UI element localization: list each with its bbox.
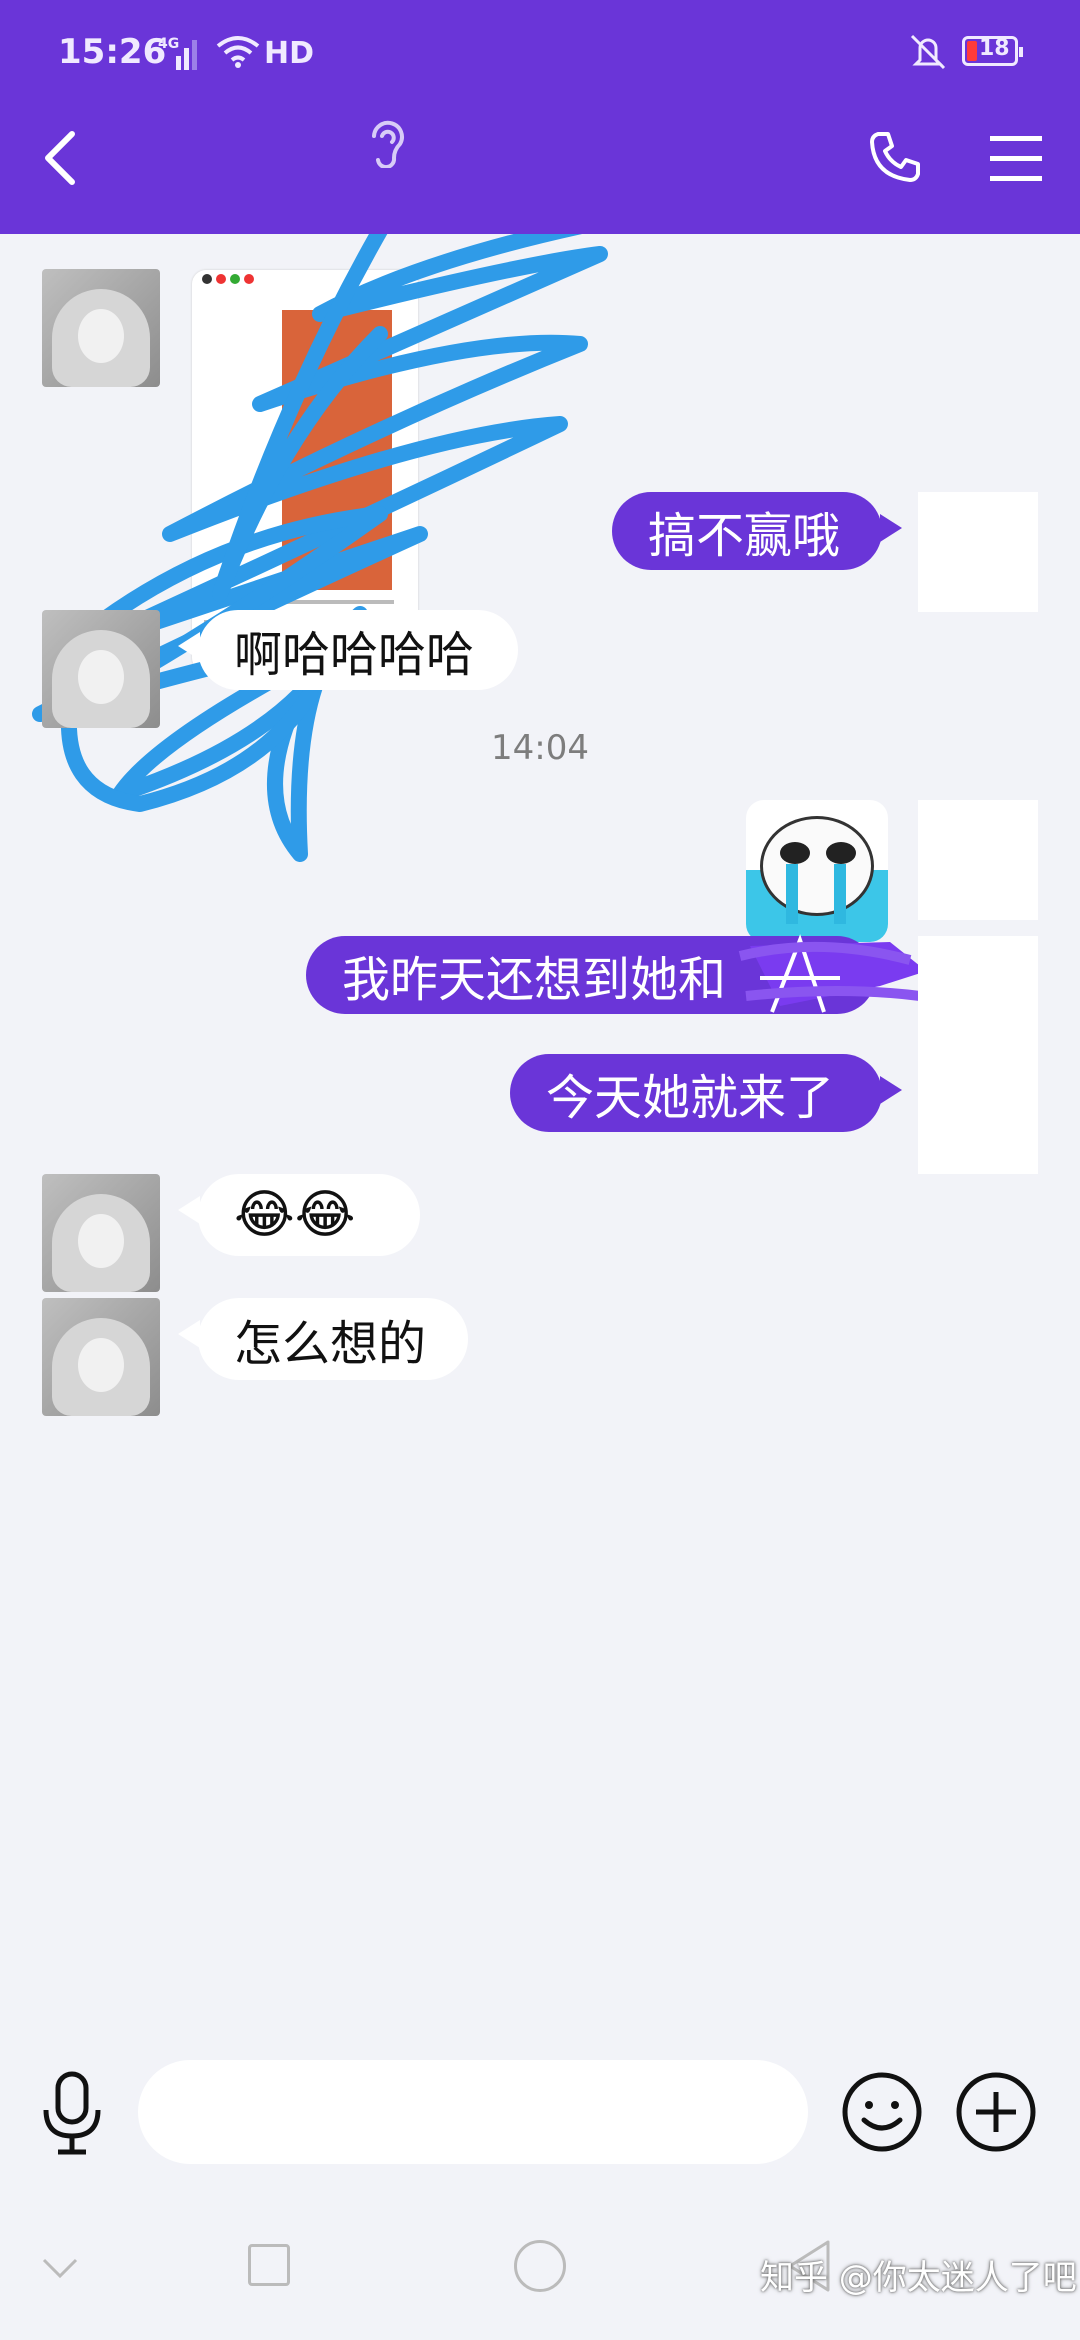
chat-area[interactable]: 搞不赢哦 啊哈哈哈哈 14:04 我昨天还想到她和 今天她就来了 😂😂 怎么想的 bbox=[0, 234, 1080, 2040]
time-divider: 14:04 bbox=[491, 728, 589, 768]
avatar[interactable] bbox=[42, 610, 160, 728]
add-icon[interactable] bbox=[954, 2070, 1038, 2154]
back-icon[interactable] bbox=[40, 128, 80, 188]
battery-icon: 18 bbox=[962, 36, 1023, 66]
collapse-icon[interactable] bbox=[40, 2256, 80, 2282]
message-bubble-incoming[interactable]: 😂😂 bbox=[198, 1174, 420, 1256]
self-avatar[interactable] bbox=[918, 936, 1038, 1056]
avatar[interactable] bbox=[42, 1298, 160, 1416]
bubble-tail bbox=[178, 1196, 200, 1224]
bubble-tail bbox=[178, 632, 200, 660]
ear-icon[interactable] bbox=[364, 118, 408, 168]
message-bubble-incoming[interactable]: 怎么想的 bbox=[198, 1298, 468, 1380]
status-time: 15:26 bbox=[58, 32, 167, 72]
message-text: 😂😂 bbox=[234, 1185, 356, 1245]
home-icon[interactable] bbox=[514, 2240, 566, 2292]
message-text: 怎么想的 bbox=[234, 1316, 427, 1372]
message-bubble-outgoing[interactable]: 搞不赢哦 bbox=[612, 492, 882, 570]
chat-header: 15:26 4G HD 18 bbox=[0, 0, 1080, 234]
message-text: 今天她就来了 bbox=[546, 1070, 835, 1126]
message-input[interactable] bbox=[138, 2060, 808, 2164]
microphone-icon[interactable] bbox=[36, 2070, 108, 2160]
message-text: 啊哈哈哈哈 bbox=[234, 627, 475, 683]
sticker-message[interactable] bbox=[746, 800, 888, 942]
self-avatar[interactable] bbox=[918, 800, 1038, 920]
hd-label: HD bbox=[264, 36, 315, 71]
message-text: 我昨天还想到她和 bbox=[342, 952, 727, 1008]
wifi-icon bbox=[216, 36, 260, 68]
bubble-tail bbox=[880, 514, 902, 542]
emoji-icon[interactable] bbox=[840, 2070, 924, 2154]
message-text: 搞不赢哦 bbox=[648, 508, 841, 564]
self-avatar[interactable] bbox=[918, 492, 1038, 612]
bubble-tail bbox=[178, 1320, 200, 1348]
recents-icon[interactable] bbox=[248, 2244, 290, 2286]
self-avatar[interactable] bbox=[918, 1054, 1038, 1174]
bubble-tail bbox=[880, 1076, 902, 1104]
watermark: 知乎 @你太迷人了吧 bbox=[760, 2258, 1077, 2298]
menu-icon[interactable] bbox=[990, 136, 1042, 182]
phone-icon[interactable] bbox=[866, 128, 924, 186]
redaction-mark bbox=[738, 934, 930, 1013]
message-bubble-incoming[interactable]: 啊哈哈哈哈 bbox=[198, 610, 518, 690]
message-bubble-outgoing[interactable]: 今天她就来了 bbox=[510, 1054, 882, 1132]
avatar[interactable] bbox=[42, 1174, 160, 1292]
mute-vibrate-icon bbox=[910, 34, 946, 70]
cellular-signal-icon: 4G bbox=[158, 36, 200, 70]
